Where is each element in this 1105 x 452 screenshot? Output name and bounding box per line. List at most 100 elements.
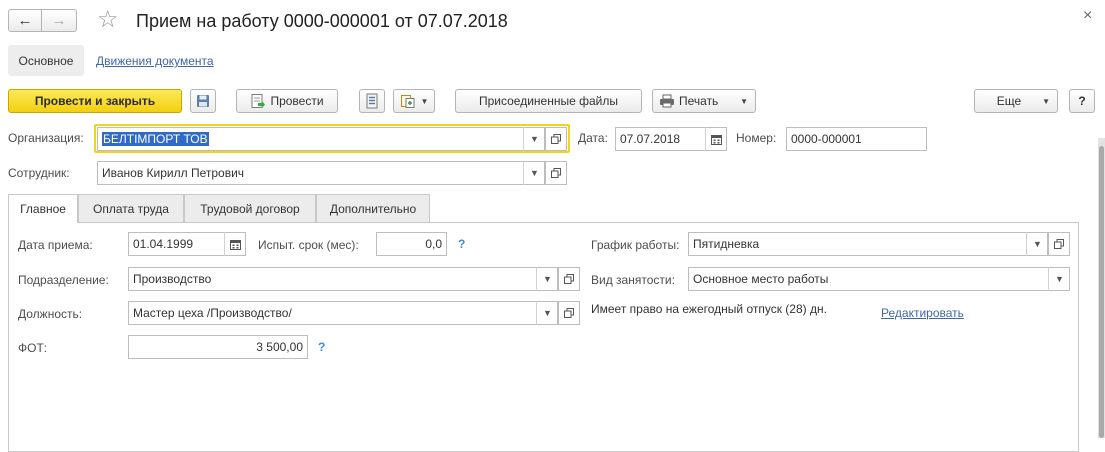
page-title: Прием на работу 0000-000001 от 07.07.201… (136, 11, 508, 31)
organization-input[interactable]: БЕЛТІМПОРТ ТОВ (97, 127, 545, 151)
position-value: Мастер цеха /Производство/ (133, 306, 292, 320)
schedule-value: Пятидневка (693, 237, 760, 251)
scrollbar-track[interactable] (1098, 138, 1105, 438)
open-window-icon (551, 168, 561, 178)
post-and-close-button[interactable]: Провести и закрыть (8, 89, 182, 113)
nav-movements-link[interactable]: Движения документа (96, 54, 214, 68)
chevron-down-icon: ▼ (543, 308, 552, 318)
print-label: Печать (679, 94, 719, 108)
chevron-down-icon: ▼ (530, 134, 539, 144)
tab-main-label: Главное (20, 202, 66, 216)
help-label: ? (1078, 94, 1086, 108)
chevron-down-icon: ▼ (1033, 239, 1042, 249)
hire-date-value: 01.04.1999 (133, 237, 194, 251)
employee-open-button[interactable] (545, 161, 567, 185)
star-icon[interactable]: ☆ (97, 6, 119, 34)
employee-dropdown-button[interactable]: ▼ (523, 161, 545, 185)
tab-labor-contract[interactable]: Трудовой договор (184, 194, 316, 222)
open-window-icon (564, 308, 574, 318)
employment-type-select[interactable]: Основное место работы (688, 267, 1070, 291)
vacation-info: Имеет право на ежегодный отпуск (28) дн. (591, 302, 827, 316)
probation-input[interactable]: 0,0 (376, 232, 447, 256)
print-button[interactable]: Печать ▼ (652, 89, 756, 113)
employee-label: Сотрудник: (8, 166, 70, 180)
tab-payment-label: Оплата труда (93, 201, 169, 216)
open-window-icon (1054, 239, 1064, 249)
schedule-input[interactable]: Пятидневка (688, 232, 1048, 256)
department-label: Подразделение: (18, 273, 109, 287)
chevron-down-icon: ▼ (420, 96, 429, 106)
fot-input[interactable]: 3 500,00 (128, 335, 308, 359)
probation-label: Испыт. срок (мес): (258, 238, 359, 252)
more-label: Еще (996, 94, 1022, 108)
forward-button[interactable]: → (41, 9, 77, 32)
tab-labor-contract-label: Трудовой договор (200, 201, 300, 216)
back-button[interactable]: ← (8, 9, 42, 32)
chevron-down-icon: ▼ (530, 168, 539, 178)
number-label: Номер: (736, 131, 777, 145)
hire-date-calendar-button[interactable] (224, 232, 246, 256)
position-open-button[interactable] (558, 301, 580, 325)
probation-value: 0,0 (425, 237, 442, 251)
printer-icon (660, 94, 674, 108)
employee-input[interactable]: Иванов Кирилл Петрович (97, 161, 545, 185)
chevron-down-icon: ▼ (1055, 274, 1064, 284)
date-label: Дата: (578, 131, 608, 145)
post-label: Провести (270, 94, 324, 108)
department-dropdown-button[interactable]: ▼ (536, 267, 558, 291)
tab-additional[interactable]: Дополнительно (316, 194, 430, 222)
post-button[interactable]: Провести (236, 89, 338, 113)
probation-help-icon[interactable]: ? (458, 237, 465, 251)
open-window-icon (551, 134, 561, 144)
tab-main[interactable]: Главное (8, 194, 78, 223)
open-window-icon (564, 274, 574, 284)
save-button[interactable] (190, 89, 216, 113)
attached-files-button[interactable]: Присоединенные файлы (455, 89, 642, 113)
fot-help-icon[interactable]: ? (318, 340, 325, 354)
nav-main-tab[interactable]: Основное (8, 45, 84, 76)
edit-vacation-link[interactable]: Редактировать (881, 306, 964, 320)
post-document-icon (251, 94, 266, 108)
number-value: 0000-000001 (791, 132, 862, 146)
employment-type-label: Вид занятости: (591, 273, 675, 287)
arrow-right-icon: → (51, 12, 67, 29)
position-label: Должность: (18, 307, 83, 321)
date-calendar-button[interactable] (705, 127, 727, 151)
fot-value: 3 500,00 (256, 340, 303, 354)
arrow-left-icon: ← (17, 12, 33, 29)
create-based-on-icon (400, 95, 415, 108)
fot-label: ФОТ: (18, 341, 48, 355)
close-icon[interactable]: × (1083, 6, 1092, 26)
calendar-icon (230, 239, 241, 250)
schedule-dropdown-button[interactable]: ▼ (1026, 232, 1048, 256)
organization-label: Организация: (8, 131, 84, 145)
organization-dropdown-button[interactable]: ▼ (523, 127, 545, 151)
create-based-on-button[interactable]: ▼ (393, 89, 435, 113)
more-button[interactable]: Еще ▼ (974, 89, 1058, 113)
position-dropdown-button[interactable]: ▼ (536, 301, 558, 325)
chevron-down-icon: ▼ (543, 274, 552, 284)
hire-date-label: Дата приема: (18, 238, 93, 252)
department-open-button[interactable] (558, 267, 580, 291)
employment-type-value: Основное место работы (693, 272, 829, 286)
chevron-down-icon: ▼ (1042, 96, 1050, 106)
list-icon (366, 93, 378, 109)
scrollbar-thumb[interactable] (1099, 146, 1104, 438)
attached-files-label: Присоединенные файлы (479, 94, 618, 108)
number-input[interactable]: 0000-000001 (786, 127, 927, 151)
tab-payment[interactable]: Оплата труда (78, 194, 184, 222)
organization-open-button[interactable] (545, 127, 567, 151)
calendar-icon (711, 134, 722, 145)
schedule-open-button[interactable] (1048, 232, 1070, 256)
schedule-label: График работы: (591, 238, 680, 252)
department-input[interactable]: Производство (128, 267, 558, 291)
chevron-down-icon: ▼ (740, 96, 748, 106)
position-input[interactable]: Мастер цеха /Производство/ (128, 301, 558, 325)
document-list-button[interactable] (359, 89, 385, 113)
help-button[interactable]: ? (1069, 89, 1095, 113)
organization-value: БЕЛТІМПОРТ ТОВ (102, 132, 209, 146)
employment-type-dropdown-button[interactable]: ▼ (1048, 267, 1070, 291)
post-and-close-label: Провести и закрыть (34, 94, 156, 108)
department-value: Производство (133, 272, 212, 286)
date-value: 07.07.2018 (620, 132, 681, 146)
